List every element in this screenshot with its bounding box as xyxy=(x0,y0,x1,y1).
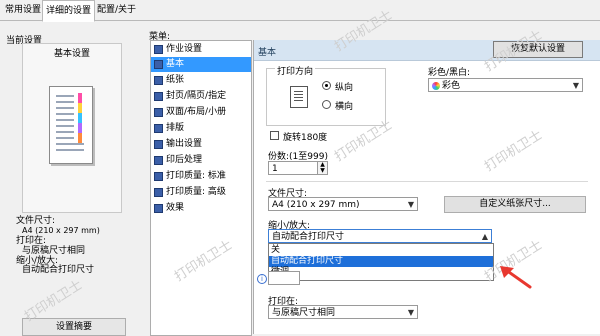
finishing-icon xyxy=(154,156,163,165)
zoom-dropdown-list: 关 自动配合打印尺寸 微调 xyxy=(268,243,494,281)
print-on-select[interactable]: 与原稿尺寸相同 ▼ xyxy=(268,305,418,319)
paper-size-value: A4 (210 x 297 mm) xyxy=(272,200,360,210)
menu-list: 作业设置 基本 纸张 封页/隔页/指定 双面/布局/小册 排版 输出设置 印后处… xyxy=(150,40,252,336)
copies-input[interactable]: 1 xyxy=(268,161,318,175)
settings-summary-button[interactable]: 设置摘要 xyxy=(22,318,126,336)
color-mode-value: 彩色 xyxy=(442,81,461,91)
preview-panel: 基本设置 xyxy=(22,43,122,213)
menu-item-layout[interactable]: 排版 xyxy=(151,121,251,136)
copies-spinner[interactable]: ▲ ▼ xyxy=(318,161,328,175)
landscape-label: 横向 xyxy=(335,102,354,112)
red-arrow-icon xyxy=(500,266,532,289)
chevron-down-icon: ▼ xyxy=(407,200,414,209)
paper-preview-icon xyxy=(49,86,93,164)
zoom-option-off[interactable]: 关 xyxy=(269,245,493,256)
cover-icon xyxy=(154,92,163,101)
info-print-on-label: 打印在: xyxy=(16,236,47,246)
tab-bar: 常用设置 详细的设置 配置/关于 xyxy=(0,0,600,22)
portrait-radio[interactable] xyxy=(322,81,331,90)
tab-common-settings[interactable]: 常用设置 xyxy=(2,2,44,19)
effects-icon xyxy=(154,204,163,213)
menu-item-quality-advanced[interactable]: 打印质量: 高级 xyxy=(151,185,251,200)
orientation-label: 打印方向 xyxy=(275,64,316,77)
basic-icon xyxy=(154,60,163,69)
menu-item-effects[interactable]: 效果 xyxy=(151,201,251,216)
output-icon xyxy=(154,140,163,149)
copies-value: 1 xyxy=(272,164,278,174)
color-mode-icon xyxy=(432,81,440,90)
preview-title: 基本设置 xyxy=(53,49,90,59)
info-print-on-value: 与原稿尺寸相同 xyxy=(22,246,86,256)
color-mode-select[interactable]: 彩色 ▼ xyxy=(428,78,583,92)
menu-item-basic[interactable]: 基本 xyxy=(151,57,251,72)
info-paper-size-value: A4 (210 x 297 mm) xyxy=(22,226,100,235)
rotate-180-checkbox[interactable] xyxy=(270,131,279,140)
info-zoom-value: 自动配合打印尺寸 xyxy=(22,265,95,275)
menu-item-quality-standard[interactable]: 打印质量: 标准 xyxy=(151,169,251,184)
menu-item-job-settings[interactable]: 作业设置 xyxy=(151,42,251,57)
info-paper-size-label: 文件尺寸: xyxy=(16,216,56,226)
zoom-value: 自动配合打印尺寸 xyxy=(272,232,345,242)
portrait-label: 纵向 xyxy=(335,83,354,93)
separator xyxy=(266,181,588,182)
content-title: 基本 xyxy=(258,48,277,58)
menu-item-cover[interactable]: 封页/隔页/指定 xyxy=(151,89,251,104)
tab-detailed-settings[interactable]: 详细的设置 xyxy=(42,0,96,22)
duplex-icon xyxy=(154,108,163,117)
color-mode-label: 彩色/黑白: xyxy=(428,68,471,78)
content-panel: 基本 恢复默认设置 打印方向 纵向 横向 彩色/黑白: 彩色 ▼ 旋转180度 … xyxy=(253,40,600,334)
rotate-180-label: 旋转180度 xyxy=(283,133,328,143)
menu-item-finishing[interactable]: 印后处理 xyxy=(151,153,251,168)
chevron-down-icon: ▼ xyxy=(407,308,414,317)
content-header: 基本 恢复默认设置 xyxy=(254,40,600,61)
landscape-radio[interactable] xyxy=(322,100,331,109)
zoom-option-auto-fit[interactable]: 自动配合打印尺寸 xyxy=(269,256,493,267)
menu-item-output[interactable]: 输出设置 xyxy=(151,137,251,152)
tab-config-about[interactable]: 配置/关于 xyxy=(94,2,139,19)
zoom-option-fine-tune[interactable]: 微调 xyxy=(269,267,493,278)
chevron-up-icon: ▲ xyxy=(481,232,488,241)
job-icon xyxy=(154,45,163,54)
menu-item-duplex[interactable]: 双面/布局/小册 xyxy=(151,105,251,120)
menu-item-paper[interactable]: 纸张 xyxy=(151,73,251,88)
zoom-select[interactable]: 自动配合打印尺寸 ▲ xyxy=(268,229,492,243)
quality-standard-icon xyxy=(154,172,163,181)
custom-paper-size-button[interactable]: 自定义纸张尺寸... xyxy=(444,196,586,213)
paper-size-select[interactable]: A4 (210 x 297 mm) ▼ xyxy=(268,197,418,211)
print-on-value: 与原稿尺寸相同 xyxy=(272,308,336,318)
layout-icon xyxy=(154,124,163,133)
info-icon: i xyxy=(257,274,267,284)
chevron-down-icon: ▼ xyxy=(572,81,579,90)
quality-advanced-icon xyxy=(154,188,163,197)
paper-icon xyxy=(154,76,163,85)
fine-tune-input[interactable] xyxy=(268,271,300,285)
portrait-page-icon xyxy=(290,86,308,108)
